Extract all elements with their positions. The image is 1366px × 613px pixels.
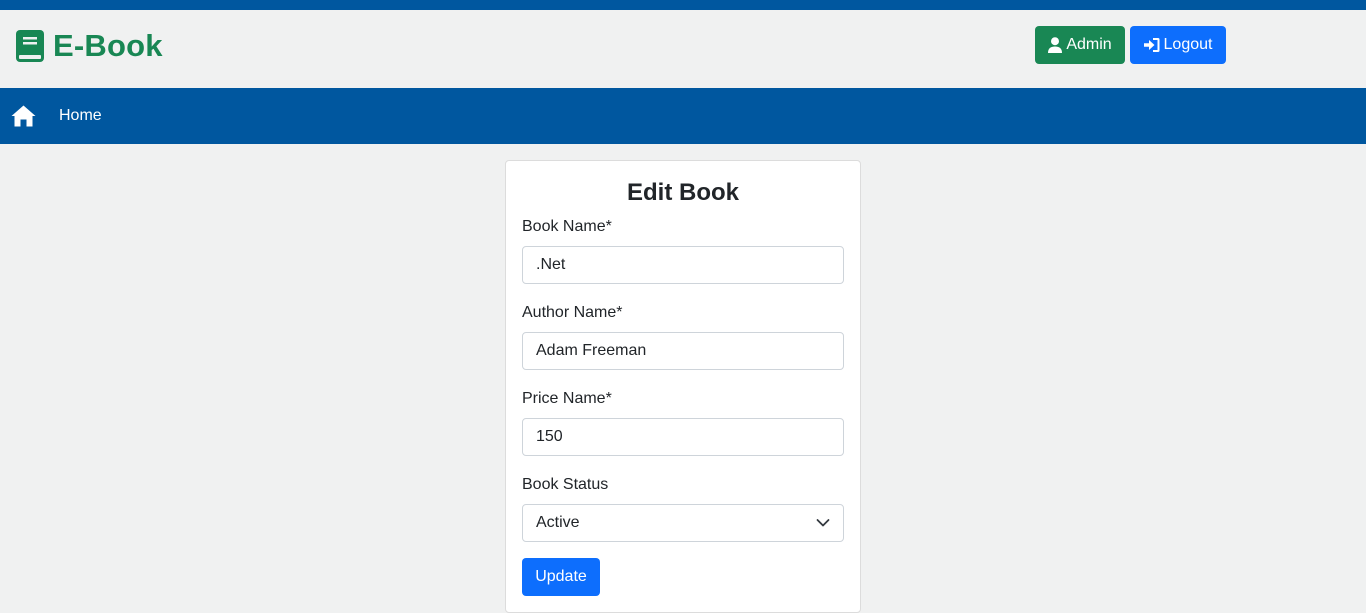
admin-button-label: Admin <box>1066 36 1112 53</box>
sign-in-icon <box>1143 38 1160 52</box>
book-status-label: Book Status <box>522 476 609 493</box>
logout-button-label: Logout <box>1163 36 1213 53</box>
admin-button[interactable]: Admin <box>1035 26 1125 64</box>
page-title: Edit Book <box>627 179 739 206</box>
update-button[interactable]: Update <box>522 558 600 596</box>
top-accent-strip <box>0 0 1366 10</box>
user-icon <box>1048 37 1063 53</box>
nav-home-link[interactable]: Home <box>59 107 102 125</box>
author-name-label: Author Name* <box>522 304 623 321</box>
home-icon[interactable] <box>11 105 36 127</box>
book-status-selected-value: Active <box>536 514 580 531</box>
brand-title: E-Book <box>53 28 163 63</box>
chevron-down-icon <box>816 519 830 527</box>
book-name-input[interactable]: .Net <box>522 246 844 284</box>
book-icon <box>16 30 44 62</box>
brand[interactable]: E-Book <box>16 30 163 62</box>
price-label: Price Name* <box>522 390 612 407</box>
header: E-Book Admin Logout <box>0 10 1366 88</box>
logout-button[interactable]: Logout <box>1130 26 1226 64</box>
navbar: Home <box>0 88 1366 144</box>
book-status-select[interactable]: Active <box>522 504 844 542</box>
price-input[interactable]: 150 <box>522 418 844 456</box>
author-name-input[interactable]: Adam Freeman <box>522 332 844 370</box>
edit-book-card: Edit Book Book Name* .Net Author Name* A… <box>505 160 861 613</box>
book-name-label: Book Name* <box>522 218 612 235</box>
